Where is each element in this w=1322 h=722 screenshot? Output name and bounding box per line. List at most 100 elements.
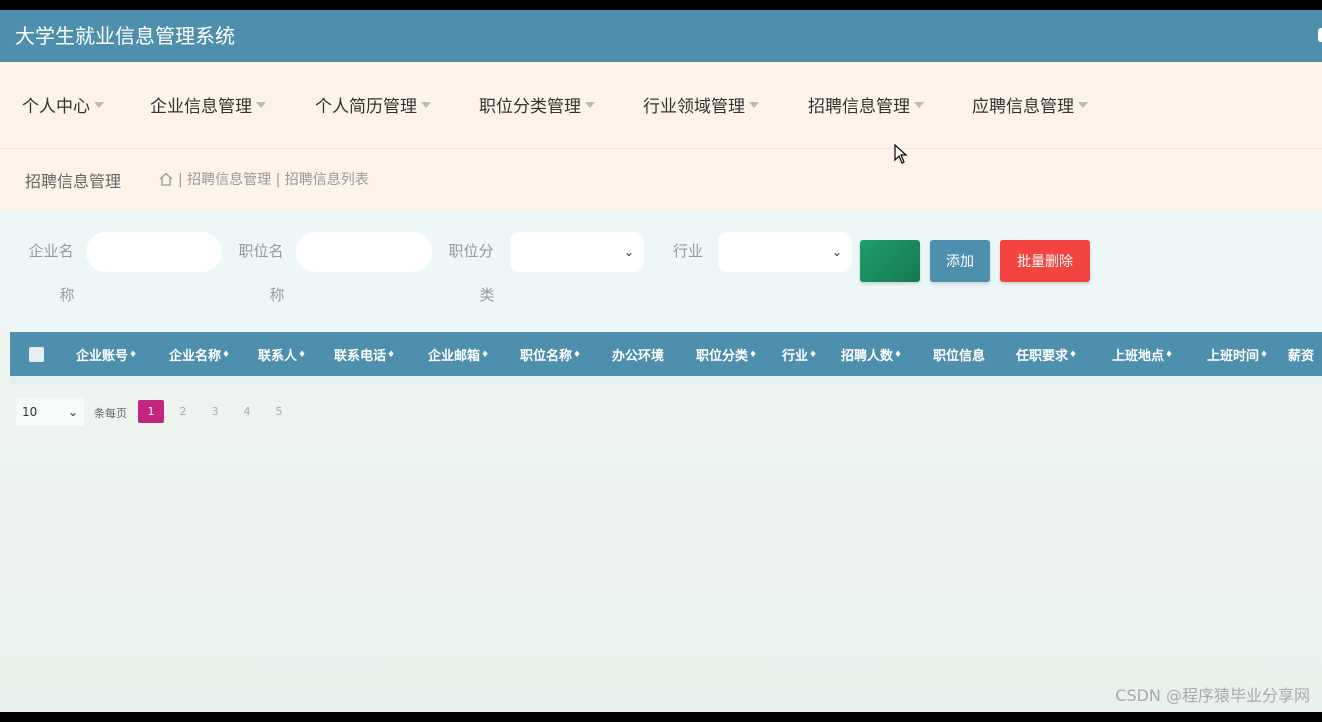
search-panel: 企业名 称 职位名 称 职位分 类 ⌄ 行业 ⌄ 添加 批量删除 [0,210,1322,330]
menu-company-info[interactable]: 企业信息管理 [150,92,266,117]
caret-down-icon [914,101,924,108]
column-label: 职位名称 [520,349,573,364]
watermark: CSDN @程序猿毕业分享网 [1115,686,1310,705]
menu-industry[interactable]: 行业领域管理 [643,92,759,117]
add-button[interactable]: 添加 [930,240,990,282]
menu-label: 招聘信息管理 [808,97,910,117]
industry-label: 行业 [672,242,703,260]
page-button[interactable]: 1 [138,400,164,423]
column-label: 上班时间 [1207,349,1260,364]
batch-delete-button[interactable]: 批量删除 [1000,240,1090,282]
main-menu: 个人中心 企业信息管理 个人简历管理 职位分类管理 行业领域管理 招聘信息管理 … [0,62,1322,148]
sort-icon: ♦ [809,349,818,360]
select-all-checkbox[interactable] [29,347,44,362]
position-name-label-wrap: 称 [269,286,285,304]
column-label: 企业名称 [169,349,222,364]
menu-application[interactable]: 应聘信息管理 [972,92,1088,117]
column-header[interactable]: 任职要求 ♦ [1016,345,1077,364]
column-header[interactable]: 联系电话 ♦ [334,345,395,364]
letterbox-bottom [0,712,1322,722]
page-size-select[interactable]: 10 ⌄ [16,398,84,426]
chevron-down-icon: ⌄ [831,245,842,259]
position-category-select[interactable]: ⌄ [510,232,644,272]
menu-label: 企业信息管理 [150,97,252,117]
table-body-empty [10,376,1322,384]
column-header: 职位信息 [933,345,985,364]
column-header[interactable]: 行业 ♦ [782,345,817,364]
sort-icon: ♦ [298,349,307,360]
column-header: 办公环境 [612,345,664,364]
page-button[interactable]: 4 [234,400,260,423]
page-button[interactable]: 2 [170,400,196,423]
sort-icon: ♦ [1260,349,1269,360]
mouse-cursor-icon [894,144,908,164]
menu-label: 应聘信息管理 [972,97,1074,117]
column-header[interactable]: 薪资 [1288,345,1314,364]
caret-down-icon [749,101,759,108]
column-header[interactable]: 职位分类 ♦ [696,345,757,364]
column-label: 联系人 [258,349,298,364]
chevron-down-icon: ⌄ [67,405,78,419]
menu-resume[interactable]: 个人简历管理 [315,92,431,117]
app-screen: 大学生就业信息管理系统 个人中心 企业信息管理 个人简历管理 职位分类管理 行业… [0,10,1322,712]
home-icon[interactable] [158,171,174,187]
title-bar: 大学生就业信息管理系统 [0,10,1322,62]
company-name-input[interactable] [86,232,222,272]
page-title: 招聘信息管理 [25,172,122,191]
sort-icon: ♦ [1165,349,1174,360]
menu-label: 职位分类管理 [479,97,581,117]
batch-delete-label: 批量删除 [1017,254,1073,270]
column-label: 办公环境 [612,349,665,364]
menu-position-category[interactable]: 职位分类管理 [479,92,595,117]
company-name-label-wrap: 称 [59,286,75,304]
sort-icon: ♦ [129,349,138,360]
column-label: 企业账号 [76,349,129,364]
page-button[interactable]: 5 [266,400,292,423]
user-icon[interactable] [1318,28,1322,42]
column-header[interactable]: 上班时间 ♦ [1207,345,1268,364]
sort-icon: ♦ [573,349,582,360]
column-header[interactable]: 企业名称 ♦ [169,345,230,364]
sort-icon: ♦ [749,349,758,360]
industry-select[interactable]: ⌄ [718,232,852,272]
page-size-value: 10 [22,405,38,419]
column-label: 招聘人数 [841,349,894,364]
caret-down-icon [421,101,431,108]
table-header: 企业账号 ♦ 企业名称 ♦ 联系人 ♦ 联系电话 ♦ 企业邮箱 ♦ 职位名称 ♦ 办公环境 … [10,332,1322,376]
position-name-label: 职位名 [238,242,284,260]
caret-down-icon [94,101,104,108]
column-label: 行业 [782,349,809,364]
app-title: 大学生就业信息管理系统 [15,24,235,48]
column-label: 任职要求 [1016,349,1069,364]
position-name-input[interactable] [296,232,432,272]
column-label: 职位信息 [933,349,986,364]
page-button[interactable]: 3 [202,400,228,423]
position-category-label: 职位分 [448,242,494,260]
sort-icon: ♦ [1069,349,1078,360]
column-label: 联系电话 [334,349,387,364]
caret-down-icon [1078,101,1088,108]
column-label: 职位分类 [696,349,749,364]
page-size-label: 条每页 [94,407,127,420]
menu-personal-center[interactable]: 个人中心 [22,92,104,117]
column-header[interactable]: 招聘人数 ♦ [841,345,902,364]
menu-recruitment[interactable]: 招聘信息管理 [808,92,924,117]
column-header[interactable]: 上班地点 ♦ [1112,345,1173,364]
column-header[interactable]: 联系人 ♦ [258,345,306,364]
top-nav: 个人中心 企业信息管理 个人简历管理 职位分类管理 行业领域管理 招聘信息管理 … [0,62,1322,210]
sort-icon: ♦ [222,349,231,360]
caret-down-icon [585,101,595,108]
menu-label: 个人中心 [22,97,90,117]
column-header[interactable]: 企业邮箱 ♦ [428,345,489,364]
column-header[interactable]: 企业账号 ♦ [76,345,137,364]
column-label: 上班地点 [1112,349,1165,364]
position-category-label-wrap: 类 [479,286,495,304]
column-header[interactable]: 职位名称 ♦ [520,345,581,364]
breadcrumb-trail: | 招聘信息管理 | 招聘信息列表 [178,172,369,188]
column-label: 薪资 [1288,349,1315,364]
company-name-label: 企业名 [28,242,74,260]
search-button[interactable] [860,240,920,282]
chevron-down-icon: ⌄ [623,245,634,259]
add-button-label: 添加 [946,254,974,270]
sort-icon: ♦ [387,349,396,360]
